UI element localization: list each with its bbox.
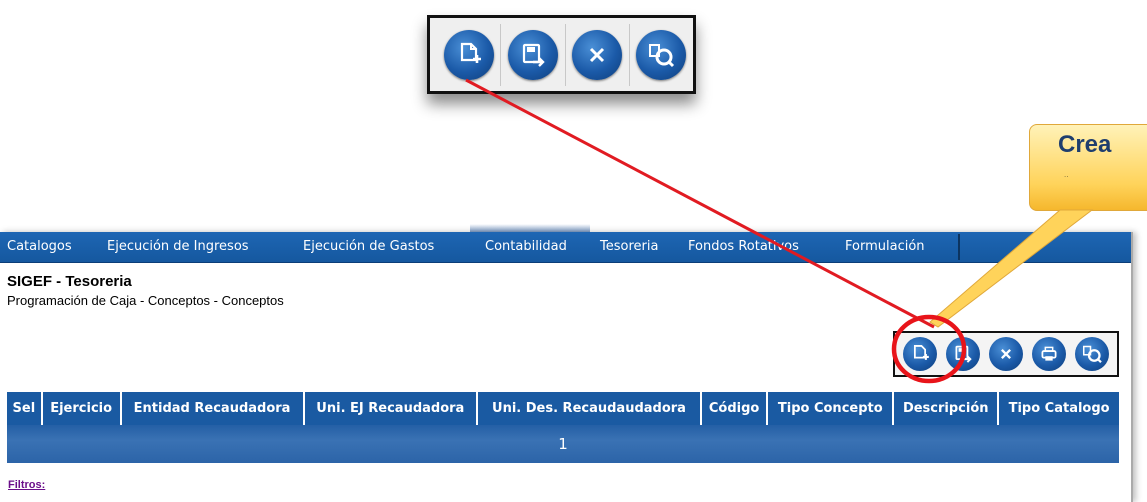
new-document-icon <box>902 337 937 371</box>
column-header-tipo-concepto[interactable]: Tipo Concepto <box>767 392 895 425</box>
zoom-save-button[interactable] <box>501 24 564 86</box>
column-header-entidad-recaudadora[interactable]: Entidad Recaudadora <box>120 392 305 425</box>
breadcrumb: Programación de Caja - Conceptos - Conce… <box>7 293 284 308</box>
results-grid: Sel Ejercicio Entidad Recaudadora Uni. E… <box>7 392 1119 463</box>
zoom-close-button[interactable] <box>565 24 628 86</box>
save-icon <box>507 29 558 80</box>
print-icon <box>1032 337 1067 371</box>
action-toolbar <box>893 331 1119 377</box>
background-fade <box>470 224 590 232</box>
filters-link[interactable]: Filtros: <box>8 479 45 491</box>
column-header-ejercicio[interactable]: Ejercicio <box>41 392 122 425</box>
close-button[interactable] <box>986 334 1026 374</box>
search-button[interactable] <box>1072 334 1112 374</box>
print-button[interactable] <box>1029 334 1069 374</box>
search-icon <box>636 29 687 80</box>
callout-subtext: .. <box>1064 170 1069 179</box>
pager-row: 1 <box>7 425 1119 463</box>
zoomed-toolbar <box>427 15 696 94</box>
zoom-search-button[interactable] <box>630 24 693 86</box>
main-menu: Catalogos Ejecución de Ingresos Ejecució… <box>0 232 1131 263</box>
menu-divider <box>958 234 960 260</box>
menu-item-ejecucion-ingresos[interactable]: Ejecución de Ingresos <box>107 239 249 254</box>
menu-item-formulacion[interactable]: Formulación <box>845 239 925 254</box>
search-icon <box>1075 337 1110 371</box>
new-document-icon <box>443 29 494 80</box>
page-title: SIGEF - Tesoreria <box>7 273 132 290</box>
column-header-descripcion[interactable]: Descripción <box>893 392 1000 425</box>
close-icon <box>572 29 623 80</box>
save-button[interactable] <box>943 334 983 374</box>
new-button[interactable] <box>900 334 940 374</box>
menu-item-tesoreria[interactable]: Tesoreria <box>600 239 658 254</box>
column-header-tipo-catalogo[interactable]: Tipo Catalogo <box>998 392 1119 425</box>
app-window: Catalogos Ejecución de Ingresos Ejecució… <box>0 232 1133 502</box>
menu-item-catalogos[interactable]: Catalogos <box>7 239 72 254</box>
page-number[interactable]: 1 <box>7 425 1119 463</box>
menu-item-ejecucion-gastos[interactable]: Ejecución de Gastos <box>303 239 434 254</box>
column-header-uni-ej-recaudadora[interactable]: Uni. EJ Recaudadora <box>303 392 479 425</box>
callout-text: Crea <box>1058 131 1112 158</box>
column-header-uni-des-recaudadora[interactable]: Uni. Des. Recaudaudadora <box>477 392 702 425</box>
menu-item-fondos-rotativos[interactable]: Fondos Rotativos <box>688 239 799 254</box>
save-icon <box>945 337 980 371</box>
column-header-sel[interactable]: Sel <box>7 392 43 425</box>
grid-header-row: Sel Ejercicio Entidad Recaudadora Uni. E… <box>7 392 1119 425</box>
zoom-new-button[interactable] <box>437 24 500 86</box>
close-icon <box>988 337 1023 371</box>
menu-item-contabilidad[interactable]: Contabilidad <box>485 239 567 254</box>
column-header-codigo[interactable]: Código <box>700 392 769 425</box>
